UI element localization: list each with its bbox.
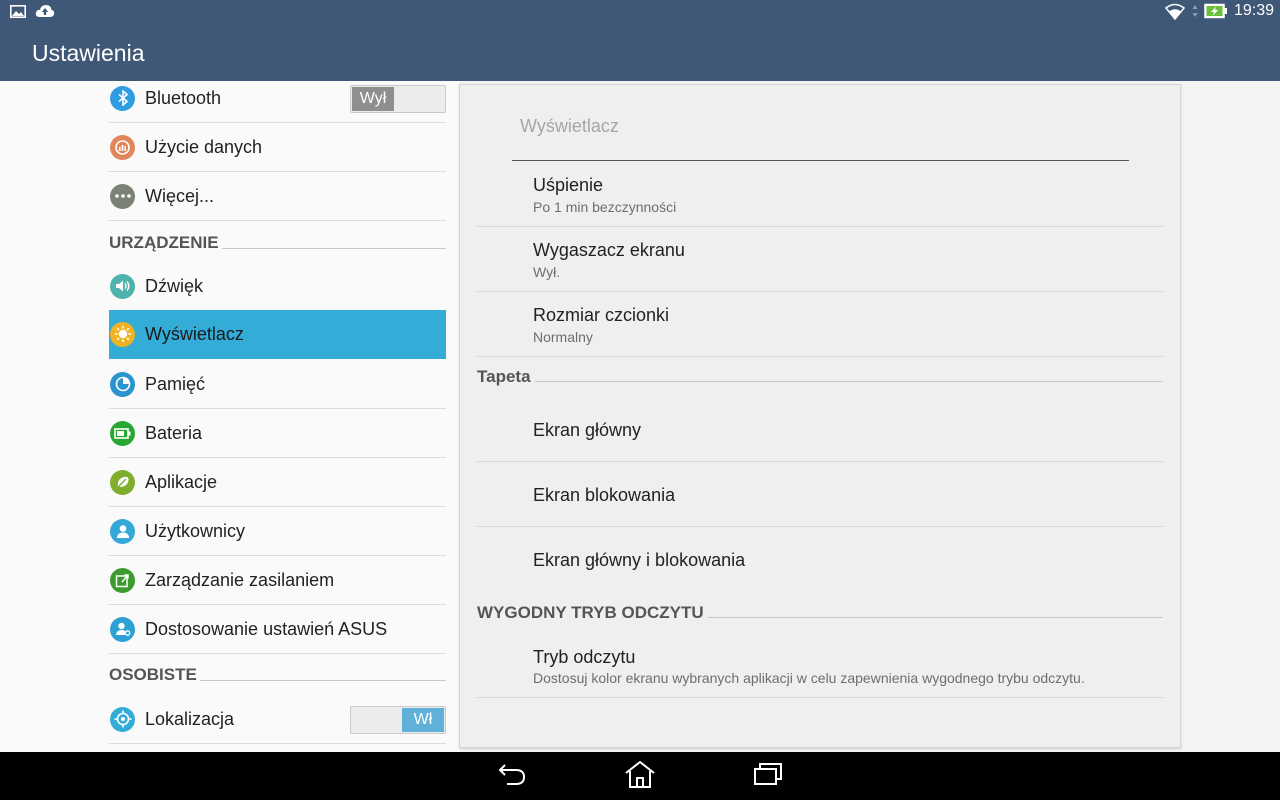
sidebar-item-label: Pamięć: [145, 373, 206, 394]
sidebar-item-display[interactable]: Wyświetlacz: [109, 310, 446, 359]
toggle-knob: Wył: [352, 87, 394, 111]
page-title: Ustawienia: [32, 40, 145, 66]
setting-title: Rozmiar czcionki: [533, 305, 670, 325]
sidebar-item-storage[interactable]: Pamięć: [109, 360, 446, 409]
status-bar: 19:39: [0, 0, 1280, 25]
storage-icon: [110, 371, 135, 397]
setting-title: Tryb odczytu: [533, 647, 636, 667]
section-title: OSOBISTE: [109, 665, 197, 684]
navigation-bar: [0, 752, 1280, 800]
section-divider: [221, 247, 446, 249]
speaker-icon: [110, 273, 135, 299]
setting-summary: Po 1 min bezczynności: [533, 199, 677, 215]
setting-title: Uśpienie: [533, 175, 604, 195]
location-icon: [110, 706, 135, 732]
apps-icon: [110, 469, 135, 495]
settings-list[interactable]: Bluetooth Wył Użycie danych Więcej... UR…: [0, 81, 460, 752]
more-icon: [110, 183, 135, 209]
setting-title: Ekran główny: [533, 420, 642, 440]
setting-title: Wygaszacz ekranu: [533, 240, 685, 260]
home-button[interactable]: [620, 760, 660, 792]
sidebar-item-label: Wyświetlacz: [145, 323, 244, 344]
section-header-device: URZĄDZENIE: [109, 231, 446, 255]
back-button[interactable]: [492, 760, 532, 792]
sidebar-item-location[interactable]: Lokalizacja Wł: [109, 695, 446, 744]
back-icon: [497, 761, 527, 792]
sidebar-item-power[interactable]: Zarządzanie zasilaniem: [109, 556, 446, 605]
title-divider: [512, 160, 1129, 161]
setting-summary: Dostosuj kolor ekranu wybranych aplikacj…: [533, 670, 1085, 686]
panel-title: Wyświetlacz: [520, 116, 619, 136]
recent-apps-button[interactable]: [748, 760, 788, 792]
home-icon: [624, 760, 656, 793]
user-settings-icon: [110, 616, 135, 642]
toggle-knob: Wł: [402, 708, 444, 732]
wifi-icon: [1164, 2, 1186, 20]
section-title: WYGODNY TRYB ODCZYTU: [477, 603, 704, 622]
user-icon: [110, 518, 135, 544]
sidebar-item-label: Zarządzanie zasilaniem: [145, 569, 335, 590]
cloud-upload-icon: [35, 4, 55, 18]
section-header-reading: WYGODNY TRYB ODCZYTU: [477, 603, 1163, 623]
data-usage-icon: [110, 134, 135, 160]
sidebar-item-label: Bluetooth: [145, 87, 222, 108]
sidebar-item-asus-customization[interactable]: Dostosowanie ustawień ASUS: [109, 605, 446, 654]
brightness-icon: [110, 321, 135, 347]
sidebar-item-apps[interactable]: Aplikacje: [109, 458, 446, 507]
sidebar-item-label: Dostosowanie ustawień ASUS: [145, 618, 388, 639]
clock: 19:39: [1233, 2, 1274, 19]
sidebar-item-label: Użytkownicy: [145, 520, 246, 541]
sidebar-item-label: Użycie danych: [145, 136, 263, 157]
recent-apps-icon: [753, 762, 783, 791]
sidebar-item-battery[interactable]: Bateria: [109, 409, 446, 458]
section-title: Tapeta: [477, 367, 531, 386]
sidebar-item-label: Więcej...: [145, 185, 215, 206]
sidebar-item-label: Lokalizacja: [145, 708, 235, 729]
setting-title: Ekran główny i blokowania: [533, 550, 746, 570]
display-settings-panel: Wyświetlacz Uśpienie Po 1 min bezczynnoś…: [459, 84, 1181, 748]
signal-arrows-icon: [1192, 4, 1198, 18]
sidebar-item-data-usage[interactable]: Użycie danych: [109, 123, 446, 172]
setting-sleep[interactable]: Uśpienie Po 1 min bezczynności: [477, 162, 1163, 227]
section-divider: [199, 679, 446, 681]
section-header-wallpaper: Tapeta: [477, 367, 1163, 387]
sidebar-item-label: Aplikacje: [145, 471, 218, 492]
image-icon: [10, 4, 26, 18]
location-toggle[interactable]: Wł: [350, 706, 446, 734]
sidebar-item-label: Dźwięk: [145, 275, 204, 296]
sidebar-item-users[interactable]: Użytkownicy: [109, 507, 446, 556]
section-divider: [534, 380, 1163, 382]
section-title: URZĄDZENIE: [109, 233, 219, 252]
bluetooth-icon: [110, 85, 135, 111]
section-header-personal: OSOBISTE: [109, 663, 446, 687]
setting-screensaver[interactable]: Wygaszacz ekranu Wył.: [477, 227, 1163, 292]
setting-summary: Wył.: [533, 264, 561, 280]
setting-wallpaper-home[interactable]: Ekran główny: [477, 397, 1163, 462]
setting-summary: Normalny: [533, 329, 593, 345]
setting-title: Ekran blokowania: [533, 485, 676, 505]
setting-font-size[interactable]: Rozmiar czcionki Normalny: [477, 292, 1163, 357]
section-divider: [707, 616, 1163, 618]
battery-charging-icon: [1204, 3, 1228, 19]
setting-wallpaper-lock[interactable]: Ekran blokowania: [477, 462, 1163, 527]
sidebar-item-bluetooth[interactable]: Bluetooth Wył: [109, 81, 446, 123]
power-management-icon: [110, 567, 135, 593]
setting-reading-mode[interactable]: Tryb odczytu Dostosuj kolor ekranu wybra…: [477, 633, 1163, 698]
setting-wallpaper-home-and-lock[interactable]: Ekran główny i blokowania: [477, 527, 1163, 593]
sidebar-item-more[interactable]: Więcej...: [109, 172, 446, 221]
battery-icon: [110, 420, 135, 446]
bluetooth-toggle[interactable]: Wył: [350, 85, 446, 113]
sidebar-item-label: Bateria: [145, 422, 203, 443]
sidebar-item-sound[interactable]: Dźwięk: [109, 262, 446, 311]
action-bar: Ustawienia: [0, 25, 1280, 81]
